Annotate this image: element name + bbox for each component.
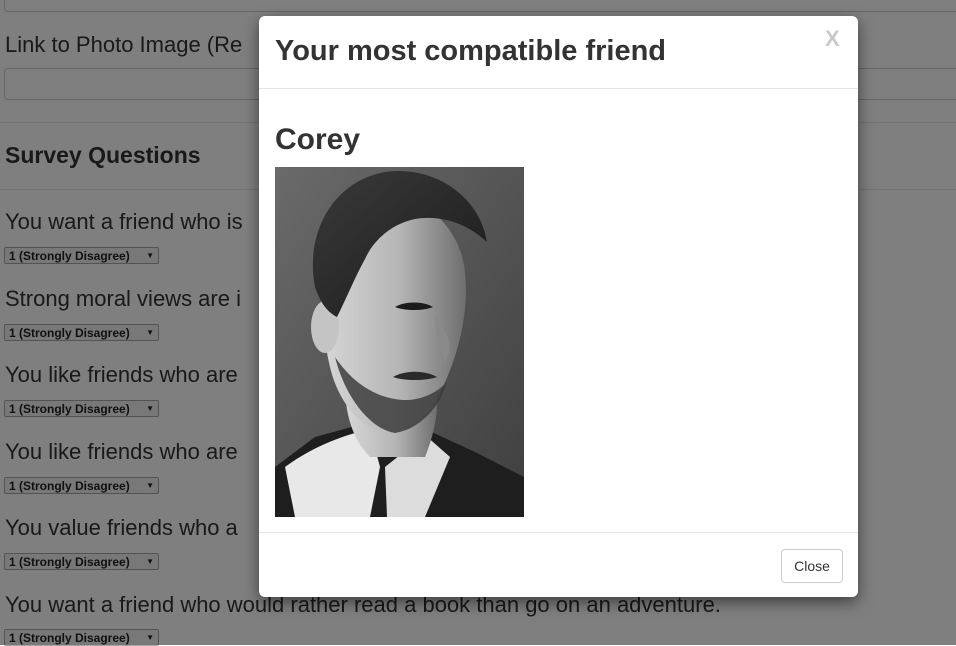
close-button[interactable]: Close: [781, 549, 843, 583]
friend-photo: [275, 167, 524, 517]
modal-footer: Close: [259, 532, 858, 597]
close-icon[interactable]: X: [825, 26, 840, 52]
friend-name: Corey: [275, 123, 361, 156]
compatible-friend-modal: Your most compatible friend X Corey Clos…: [259, 16, 858, 597]
modal-header: Your most compatible friend X: [259, 16, 858, 89]
modal-title: Your most compatible friend: [275, 35, 667, 67]
